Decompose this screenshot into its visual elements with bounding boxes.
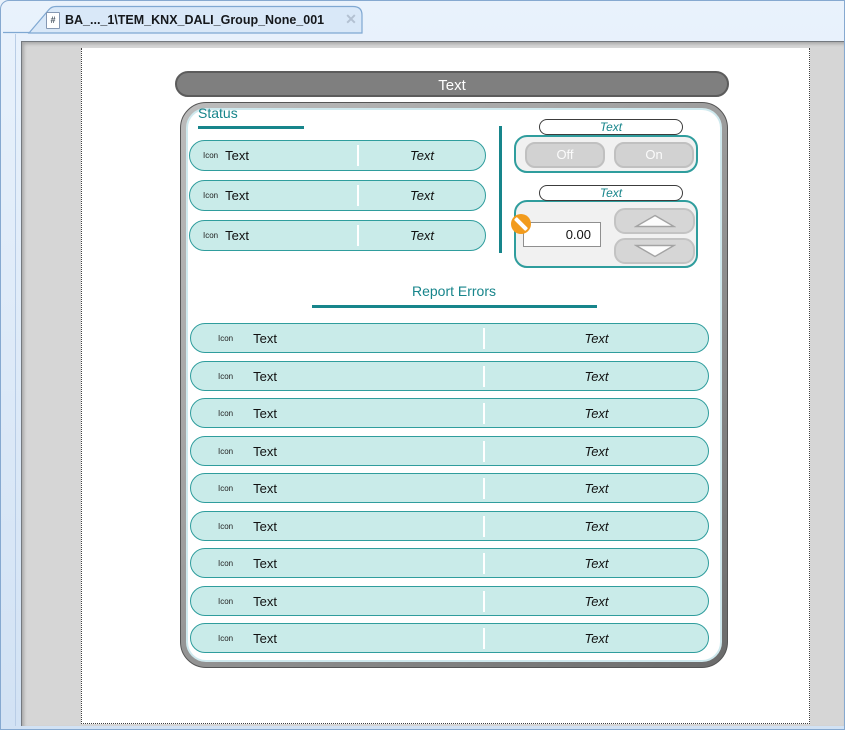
row-icon-placeholder: Icon (218, 409, 233, 418)
tab-title[interactable]: BA_..._1\TEM_KNX_DALI_Group_None_001 (65, 10, 337, 30)
report-row[interactable]: Icon Text Text (190, 323, 709, 353)
document-icon: # (46, 12, 60, 29)
row-label: Text (225, 228, 249, 243)
status-underline (198, 126, 304, 129)
report-errors-heading: Report Errors (180, 283, 728, 299)
row-label: Text (253, 369, 277, 384)
value-field[interactable]: 0.00 (523, 222, 601, 247)
pane-edge-line (15, 34, 16, 726)
design-canvas: Text Status Icon Text Text Icon Text (21, 41, 844, 726)
report-row[interactable]: Icon Text Text (190, 473, 709, 503)
row-icon-placeholder: Icon (218, 372, 233, 381)
spinner-group-label: Text (539, 185, 683, 201)
status-row[interactable]: Icon Text Text (189, 180, 486, 211)
row-icon-placeholder: Icon (203, 231, 218, 240)
row-label: Text (253, 631, 277, 646)
report-row[interactable]: Icon Text Text (190, 511, 709, 541)
report-row[interactable]: Icon Text Text (190, 548, 709, 578)
row-value: Text (485, 369, 708, 384)
row-label: Text (253, 481, 277, 496)
row-value: Text (359, 228, 485, 243)
row-value: Text (485, 556, 708, 571)
row-icon-placeholder: Icon (218, 484, 233, 493)
row-value: Text (485, 406, 708, 421)
row-icon-placeholder: Icon (203, 151, 218, 160)
row-label: Text (253, 444, 277, 459)
row-value: Text (359, 148, 485, 163)
row-label: Text (253, 556, 277, 571)
row-icon-placeholder: Icon (218, 597, 233, 606)
row-label: Text (253, 331, 277, 346)
off-button[interactable]: Off (525, 142, 605, 168)
increment-button[interactable] (614, 208, 695, 234)
report-row[interactable]: Icon Text Text (190, 586, 709, 616)
report-row[interactable]: Icon Text Text (190, 398, 709, 428)
row-label: Text (253, 406, 277, 421)
row-label: Text (253, 594, 277, 609)
row-icon-placeholder: Icon (218, 447, 233, 456)
row-value: Text (485, 594, 708, 609)
triangle-down-icon (634, 244, 676, 258)
row-label: Text (253, 519, 277, 534)
tab-bar: # BA_..._1\TEM_KNX_DALI_Group_None_001 ✕ (1, 1, 845, 41)
row-label: Text (225, 188, 249, 203)
on-button[interactable]: On (614, 142, 694, 168)
row-value: Text (359, 188, 485, 203)
report-row[interactable]: Icon Text Text (190, 436, 709, 466)
status-heading: Status (198, 105, 238, 121)
row-icon-placeholder: Icon (203, 191, 218, 200)
row-value: Text (485, 481, 708, 496)
report-row[interactable]: Icon Text Text (190, 361, 709, 391)
row-icon-placeholder: Icon (218, 522, 233, 531)
tab-close-icon[interactable]: ✕ (342, 10, 360, 28)
triangle-up-icon (634, 214, 676, 228)
row-icon-placeholder: Icon (218, 334, 233, 343)
row-value: Text (485, 331, 708, 346)
report-row[interactable]: Icon Text Text (190, 623, 709, 653)
widget-title-bar[interactable]: Text (175, 71, 729, 97)
row-label: Text (225, 148, 249, 163)
decrement-button[interactable] (614, 238, 695, 264)
row-value: Text (485, 519, 708, 534)
status-row[interactable]: Icon Text Text (189, 140, 486, 171)
row-icon-placeholder: Icon (218, 634, 233, 643)
status-row[interactable]: Icon Text Text (189, 220, 486, 251)
row-value: Text (485, 631, 708, 646)
report-errors-underline (312, 305, 597, 308)
row-icon-placeholder: Icon (218, 559, 233, 568)
page-area: Text Status Icon Text Text Icon Text (81, 48, 810, 724)
editor-window: # BA_..._1\TEM_KNX_DALI_Group_None_001 ✕… (0, 0, 845, 730)
vertical-separator (499, 126, 502, 253)
switch-group-label: Text (539, 119, 683, 135)
no-entry-icon (511, 214, 531, 234)
row-value: Text (485, 444, 708, 459)
